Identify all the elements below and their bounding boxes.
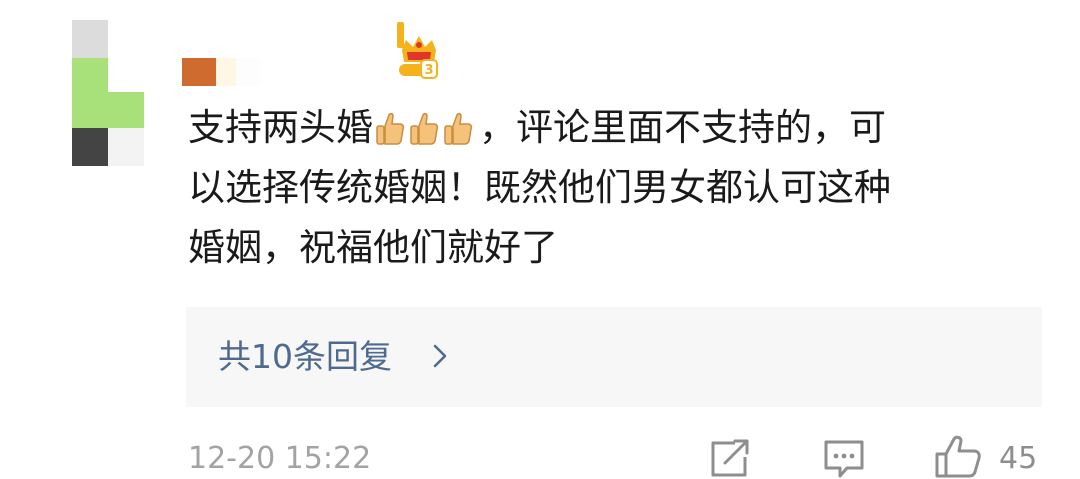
- avatar[interactable]: [72, 20, 144, 166]
- thumbs-up-emoji-icon: [444, 112, 473, 145]
- comment-line-3: 婚姻，祝福他们就好了: [188, 226, 558, 269]
- replies-count-label: 共10条回复: [218, 337, 392, 376]
- view-replies-button[interactable]: 共10条回复: [186, 307, 1042, 407]
- comment-line-2: 以选择传统婚姻！既然他们男女都认可这种: [188, 166, 891, 209]
- username[interactable]: [182, 58, 272, 86]
- share-icon[interactable]: [709, 439, 751, 479]
- comment-card: 3 支持两头婚 ，评论里面不支持的，可 以选择传统婚姻！既然他们男女都认可这种 婚…: [0, 0, 1080, 479]
- timestamp: 12-20 15:22: [188, 441, 372, 476]
- thumbs-up-emoji-icon: [410, 112, 439, 145]
- badge-level: 3: [424, 63, 433, 78]
- like-count: 45: [999, 441, 1038, 476]
- comment-icon[interactable]: [823, 439, 865, 479]
- thumbs-up-emoji-icon: [376, 112, 405, 145]
- thumbs-up-emoji-group: [375, 104, 477, 164]
- comment-line-1: 支持两头婚 ，评论里面不支持的，可: [188, 98, 1038, 158]
- thumbs-up-icon[interactable]: [934, 435, 982, 479]
- crown-level-badge-icon: 3: [393, 20, 443, 80]
- comment-text: 支持两头婚 ，评论里面不支持的，可 以选择传统婚姻！既然他们男女都认可这种 婚姻，…: [188, 98, 1038, 278]
- chevron-right-icon: [433, 344, 447, 372]
